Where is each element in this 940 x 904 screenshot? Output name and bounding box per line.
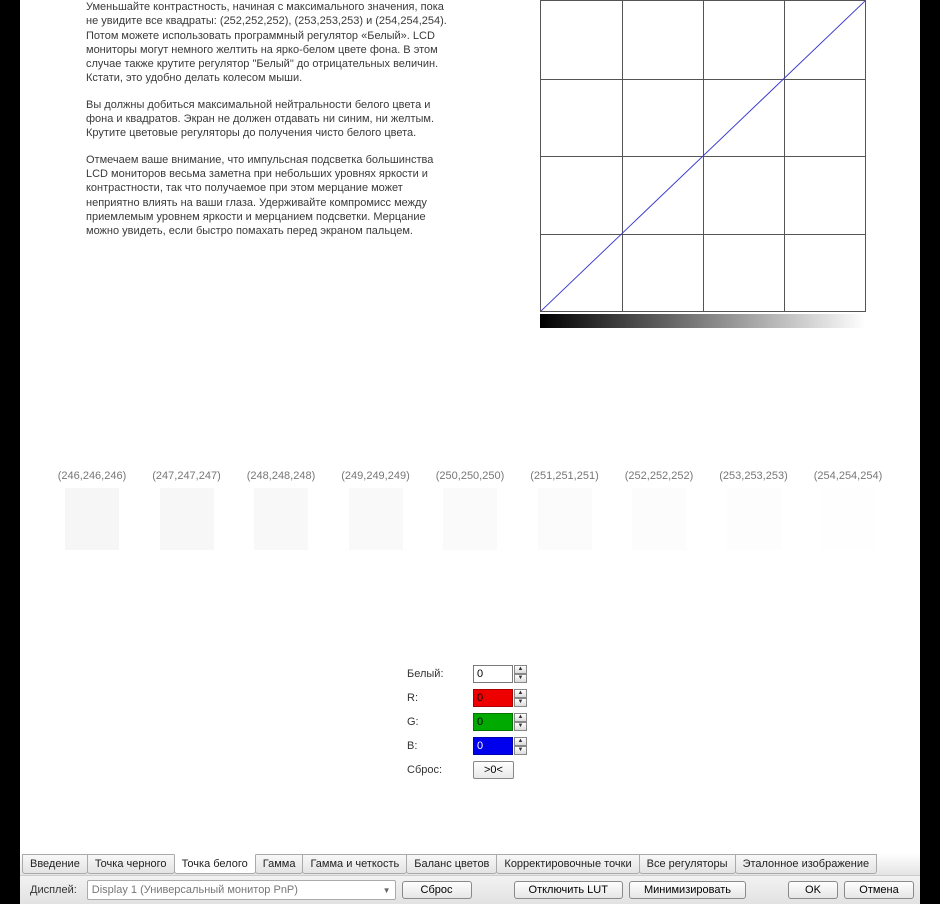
tab-точка-черного[interactable]: Точка черного <box>87 854 175 874</box>
swatch-box <box>160 488 214 550</box>
tab-все-регуляторы[interactable]: Все регуляторы <box>639 854 736 874</box>
tab-корректировочные-точки[interactable]: Корректировочные точки <box>496 854 639 874</box>
swatch-label: (254,254,254) <box>814 470 883 482</box>
swatch-box <box>821 488 875 550</box>
swatch-item: (248,248,248) <box>247 470 316 550</box>
swatch-box <box>538 488 592 550</box>
b-spin-down[interactable]: ▼ <box>514 746 527 755</box>
g-spin-up[interactable]: ▲ <box>514 713 527 722</box>
chart-column <box>456 0 920 330</box>
reset-button[interactable]: Сброс <box>402 881 472 899</box>
swatch-item: (250,250,250) <box>436 470 505 550</box>
content-area: Уменьшайте контрастность, начиная с макс… <box>20 0 920 853</box>
swatch-item: (254,254,254) <box>814 470 883 550</box>
tab-введение[interactable]: Введение <box>22 854 88 874</box>
tab-гамма-и-четкость[interactable]: Гамма и четкость <box>302 854 407 874</box>
tab-эталонное-изображение[interactable]: Эталонное изображение <box>735 854 878 874</box>
swatch-box <box>349 488 403 550</box>
swatch-item: (247,247,247) <box>152 470 221 550</box>
reset-label: Сброс: <box>407 764 467 776</box>
swatch-label: (246,246,246) <box>58 470 127 482</box>
white-input[interactable] <box>473 665 513 683</box>
tab-точка-белого[interactable]: Точка белого <box>174 854 256 874</box>
swatch-label: (249,249,249) <box>341 470 410 482</box>
swatch-item: (249,249,249) <box>341 470 410 550</box>
tab-гамма[interactable]: Гамма <box>255 854 304 874</box>
display-select-value: Display 1 (Универсальный монитор PnP) <box>92 884 298 896</box>
disable-lut-button[interactable]: Отключить LUT <box>514 881 623 899</box>
swatch-box <box>632 488 686 550</box>
top-section: Уменьшайте контрастность, начиная с макс… <box>20 0 920 330</box>
cancel-button[interactable]: Отмена <box>844 881 914 899</box>
r-input[interactable] <box>473 689 513 707</box>
swatch-item: (251,251,251) <box>530 470 599 550</box>
tab-баланс-цветов[interactable]: Баланс цветов <box>406 854 497 874</box>
chevron-down-icon: ▼ <box>383 886 391 895</box>
g-label: G: <box>407 716 467 728</box>
b-input[interactable] <box>473 737 513 755</box>
white-spin-up[interactable]: ▲ <box>514 665 527 674</box>
swatch-label: (251,251,251) <box>530 470 599 482</box>
reset-zero-button[interactable]: >0< <box>473 761 514 779</box>
r-spin-up[interactable]: ▲ <box>514 689 527 698</box>
instructions-para-2: Вы должны добиться максимальной нейтраль… <box>86 98 456 141</box>
controls-table: Белый: ▲ ▼ R: ▲ ▼ <box>407 665 533 779</box>
minimize-button[interactable]: Минимизировать <box>629 881 746 899</box>
swatch-label: (252,252,252) <box>625 470 694 482</box>
gradient-strip <box>540 314 866 328</box>
swatch-box <box>254 488 308 550</box>
r-label: R: <box>407 692 467 704</box>
swatch-box <box>65 488 119 550</box>
swatches-row: (246,246,246) (247,247,247) (248,248,248) (… <box>20 470 920 550</box>
swatch-box <box>443 488 497 550</box>
white-spin-down[interactable]: ▼ <box>514 674 527 683</box>
swatch-item: (246,246,246) <box>58 470 127 550</box>
b-label: B: <box>407 740 467 752</box>
swatch-label: (250,250,250) <box>436 470 505 482</box>
r-spin-down[interactable]: ▼ <box>514 698 527 707</box>
bottom-bar: Дисплей: Display 1 (Универсальный монито… <box>20 875 920 904</box>
swatch-item: (253,253,253) <box>719 470 788 550</box>
swatch-box <box>727 488 781 550</box>
tone-curve-chart <box>540 0 866 330</box>
display-label: Дисплей: <box>26 884 81 896</box>
curve-grid[interactable] <box>540 0 866 312</box>
instructions-para-1: Уменьшайте контрастность, начиная с макс… <box>86 0 456 86</box>
swatch-label: (248,248,248) <box>247 470 316 482</box>
swatch-item: (252,252,252) <box>625 470 694 550</box>
swatch-label: (253,253,253) <box>719 470 788 482</box>
app-window: Уменьшайте контрастность, начиная с макс… <box>20 0 920 904</box>
b-spin-up[interactable]: ▲ <box>514 737 527 746</box>
instructions-text: Уменьшайте контрастность, начиная с макс… <box>86 0 456 330</box>
display-select[interactable]: Display 1 (Универсальный монитор PnP) ▼ <box>87 880 396 900</box>
swatch-label: (247,247,247) <box>152 470 221 482</box>
tab-bar: ВведениеТочка черногоТочка белогоГаммаГа… <box>20 853 920 875</box>
white-label: Белый: <box>407 668 467 680</box>
g-spin-down[interactable]: ▼ <box>514 722 527 731</box>
g-input[interactable] <box>473 713 513 731</box>
instructions-para-3: Отмечаем ваше внимание, что импульсная п… <box>86 153 456 239</box>
ok-button[interactable]: OK <box>788 881 838 899</box>
